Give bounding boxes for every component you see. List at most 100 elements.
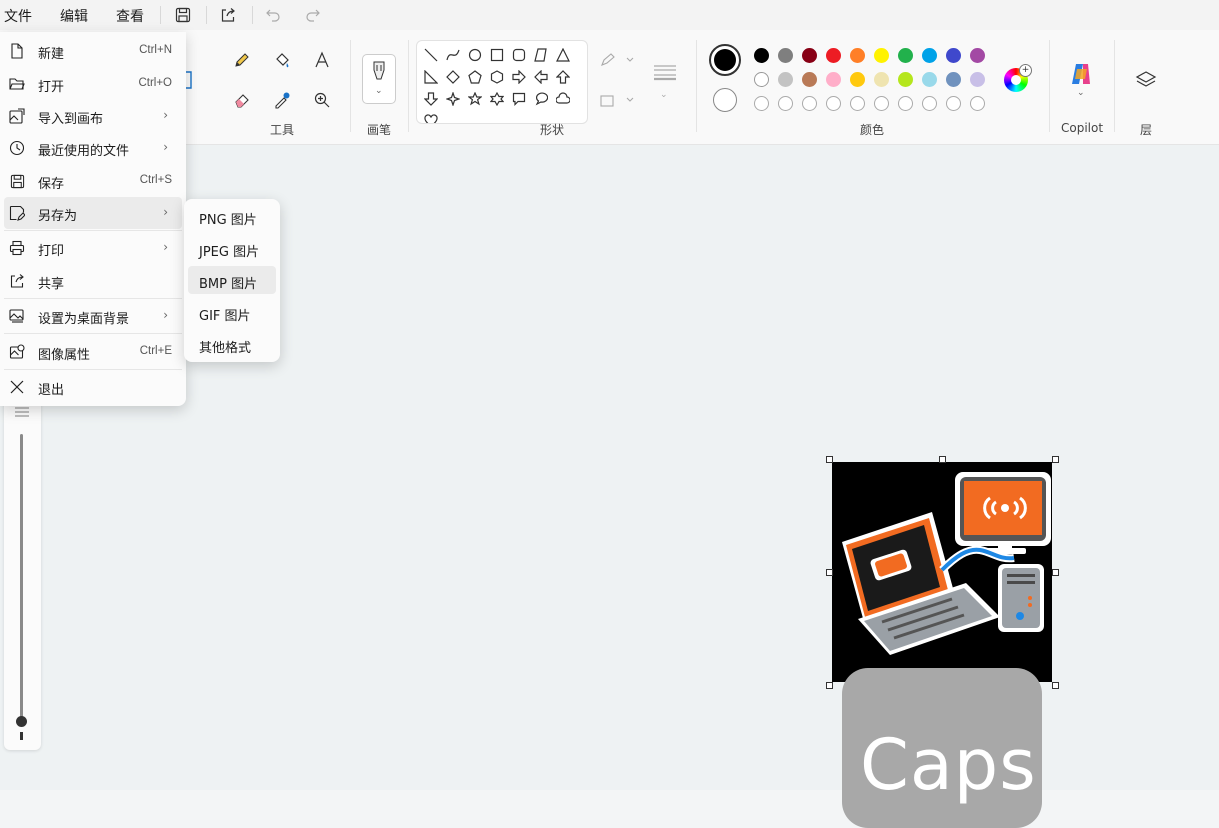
- shape-fill-dropdown[interactable]: [597, 86, 637, 114]
- custom-color-slot[interactable]: [802, 96, 817, 111]
- color-swatch[interactable]: [802, 72, 817, 87]
- line-shape-icon[interactable]: [421, 45, 441, 65]
- custom-color-slot[interactable]: [850, 96, 865, 111]
- fill-bucket-icon[interactable]: [268, 46, 296, 74]
- redo-icon[interactable]: [301, 3, 325, 27]
- shape-outline-dropdown[interactable]: [597, 46, 637, 74]
- resize-handle[interactable]: [826, 682, 833, 689]
- slider-track[interactable]: [20, 434, 23, 724]
- color-swatch[interactable]: [754, 72, 769, 87]
- menu-item-set-desktop-background[interactable]: 设置为桌面背景 ›: [4, 300, 182, 332]
- menu-item-share[interactable]: 共享: [4, 265, 182, 297]
- menu-item-recent-files[interactable]: 最近使用的文件 ›: [4, 132, 182, 164]
- primary-color[interactable]: [709, 44, 741, 76]
- color-swatch[interactable]: [874, 72, 889, 87]
- rectangle-shape-icon[interactable]: [487, 45, 507, 65]
- color-swatch[interactable]: [850, 48, 865, 63]
- text-icon[interactable]: [308, 46, 336, 74]
- color-swatch[interactable]: [946, 48, 961, 63]
- color-swatch[interactable]: [922, 72, 937, 87]
- magnifier-icon[interactable]: [308, 86, 336, 114]
- custom-color-slot[interactable]: [946, 96, 961, 111]
- custom-color-slot[interactable]: [922, 96, 937, 111]
- resize-handle[interactable]: [1052, 569, 1059, 576]
- color-swatch[interactable]: [826, 72, 841, 87]
- four-point-star-shape-icon[interactable]: [443, 89, 463, 109]
- menu-view[interactable]: 查看: [116, 6, 144, 26]
- color-swatch[interactable]: [970, 72, 985, 87]
- custom-color-slot[interactable]: [874, 96, 889, 111]
- resize-handle[interactable]: [1052, 682, 1059, 689]
- layers-icon[interactable]: [1132, 66, 1160, 94]
- custom-color-slot[interactable]: [778, 96, 793, 111]
- color-swatch[interactable]: [874, 48, 889, 63]
- oval-callout-shape-icon[interactable]: [531, 89, 551, 109]
- polygon-shape-icon[interactable]: [531, 45, 551, 65]
- hexagon-shape-icon[interactable]: [487, 67, 507, 87]
- edit-colors-icon[interactable]: +: [1004, 64, 1032, 92]
- menu-edit[interactable]: 编辑: [60, 6, 88, 26]
- six-point-star-shape-icon[interactable]: [487, 89, 507, 109]
- color-swatch[interactable]: [778, 72, 793, 87]
- resize-handle[interactable]: [1052, 456, 1059, 463]
- stroke-size-icon[interactable]: [650, 58, 680, 86]
- menu-item-save-as[interactable]: 另存为 ›: [4, 197, 182, 229]
- menu-file[interactable]: 文件: [4, 6, 32, 26]
- resize-handle[interactable]: [826, 569, 833, 576]
- diamond-shape-icon[interactable]: [443, 67, 463, 87]
- menu-item-save[interactable]: 保存 Ctrl+S: [4, 165, 182, 197]
- curve-shape-icon[interactable]: [443, 45, 463, 65]
- custom-color-slot[interactable]: [826, 96, 841, 111]
- color-swatch[interactable]: [802, 48, 817, 63]
- color-swatch[interactable]: [778, 48, 793, 63]
- share-icon[interactable]: [216, 3, 240, 27]
- pencil-icon[interactable]: [228, 46, 256, 74]
- save-as-jpeg[interactable]: JPEG 图片: [188, 234, 276, 262]
- rounded-rectangle-shape-icon[interactable]: [509, 45, 529, 65]
- copilot-icon[interactable]: [1067, 60, 1095, 88]
- menu-item-exit[interactable]: 退出: [4, 371, 182, 403]
- secondary-color[interactable]: [713, 88, 737, 112]
- color-swatch[interactable]: [826, 48, 841, 63]
- color-swatch[interactable]: [898, 48, 913, 63]
- oval-shape-icon[interactable]: [465, 45, 485, 65]
- menu-item-open[interactable]: 打开 Ctrl+O: [4, 68, 182, 100]
- color-swatch[interactable]: [850, 72, 865, 87]
- cloud-callout-shape-icon[interactable]: [553, 89, 573, 109]
- custom-color-slot[interactable]: [898, 96, 913, 111]
- custom-color-slot[interactable]: [970, 96, 985, 111]
- canvas-image[interactable]: [832, 462, 1052, 682]
- save-as-other-formats[interactable]: 其他格式: [188, 330, 276, 358]
- save-icon[interactable]: [171, 3, 195, 27]
- menu-item-new[interactable]: 新建 Ctrl+N: [4, 35, 182, 67]
- brush-selector[interactable]: ⌄: [362, 54, 396, 104]
- save-as-gif[interactable]: GIF 图片: [188, 298, 276, 326]
- slider-thumb[interactable]: [16, 716, 27, 727]
- color-swatch[interactable]: [898, 72, 913, 87]
- save-as-bmp[interactable]: BMP 图片: [188, 266, 276, 294]
- triangle-shape-icon[interactable]: [553, 45, 573, 65]
- menu-item-print[interactable]: 打印 ›: [4, 232, 182, 264]
- color-swatch[interactable]: [922, 48, 937, 63]
- up-arrow-shape-icon[interactable]: [553, 67, 573, 87]
- right-arrow-shape-icon[interactable]: [509, 67, 529, 87]
- down-arrow-shape-icon[interactable]: [421, 89, 441, 109]
- pentagon-shape-icon[interactable]: [465, 67, 485, 87]
- color-swatch[interactable]: [946, 72, 961, 87]
- color-picker-icon[interactable]: [268, 86, 296, 114]
- resize-handle[interactable]: [826, 456, 833, 463]
- resize-handle[interactable]: [939, 456, 946, 463]
- heart-shape-icon[interactable]: [421, 111, 441, 123]
- color-swatch[interactable]: [970, 48, 985, 63]
- rect-callout-shape-icon[interactable]: [509, 89, 529, 109]
- right-triangle-shape-icon[interactable]: [421, 67, 441, 87]
- custom-color-slot[interactable]: [754, 96, 769, 111]
- left-arrow-shape-icon[interactable]: [531, 67, 551, 87]
- color-swatch[interactable]: [754, 48, 769, 63]
- menu-item-import-to-canvas[interactable]: 导入到画布 ›: [4, 100, 182, 132]
- five-point-star-shape-icon[interactable]: [465, 89, 485, 109]
- eraser-icon[interactable]: [228, 86, 256, 114]
- undo-icon[interactable]: [261, 3, 285, 27]
- save-as-png[interactable]: PNG 图片: [188, 202, 276, 230]
- menu-item-image-properties[interactable]: 图像属性 Ctrl+E: [4, 336, 182, 368]
